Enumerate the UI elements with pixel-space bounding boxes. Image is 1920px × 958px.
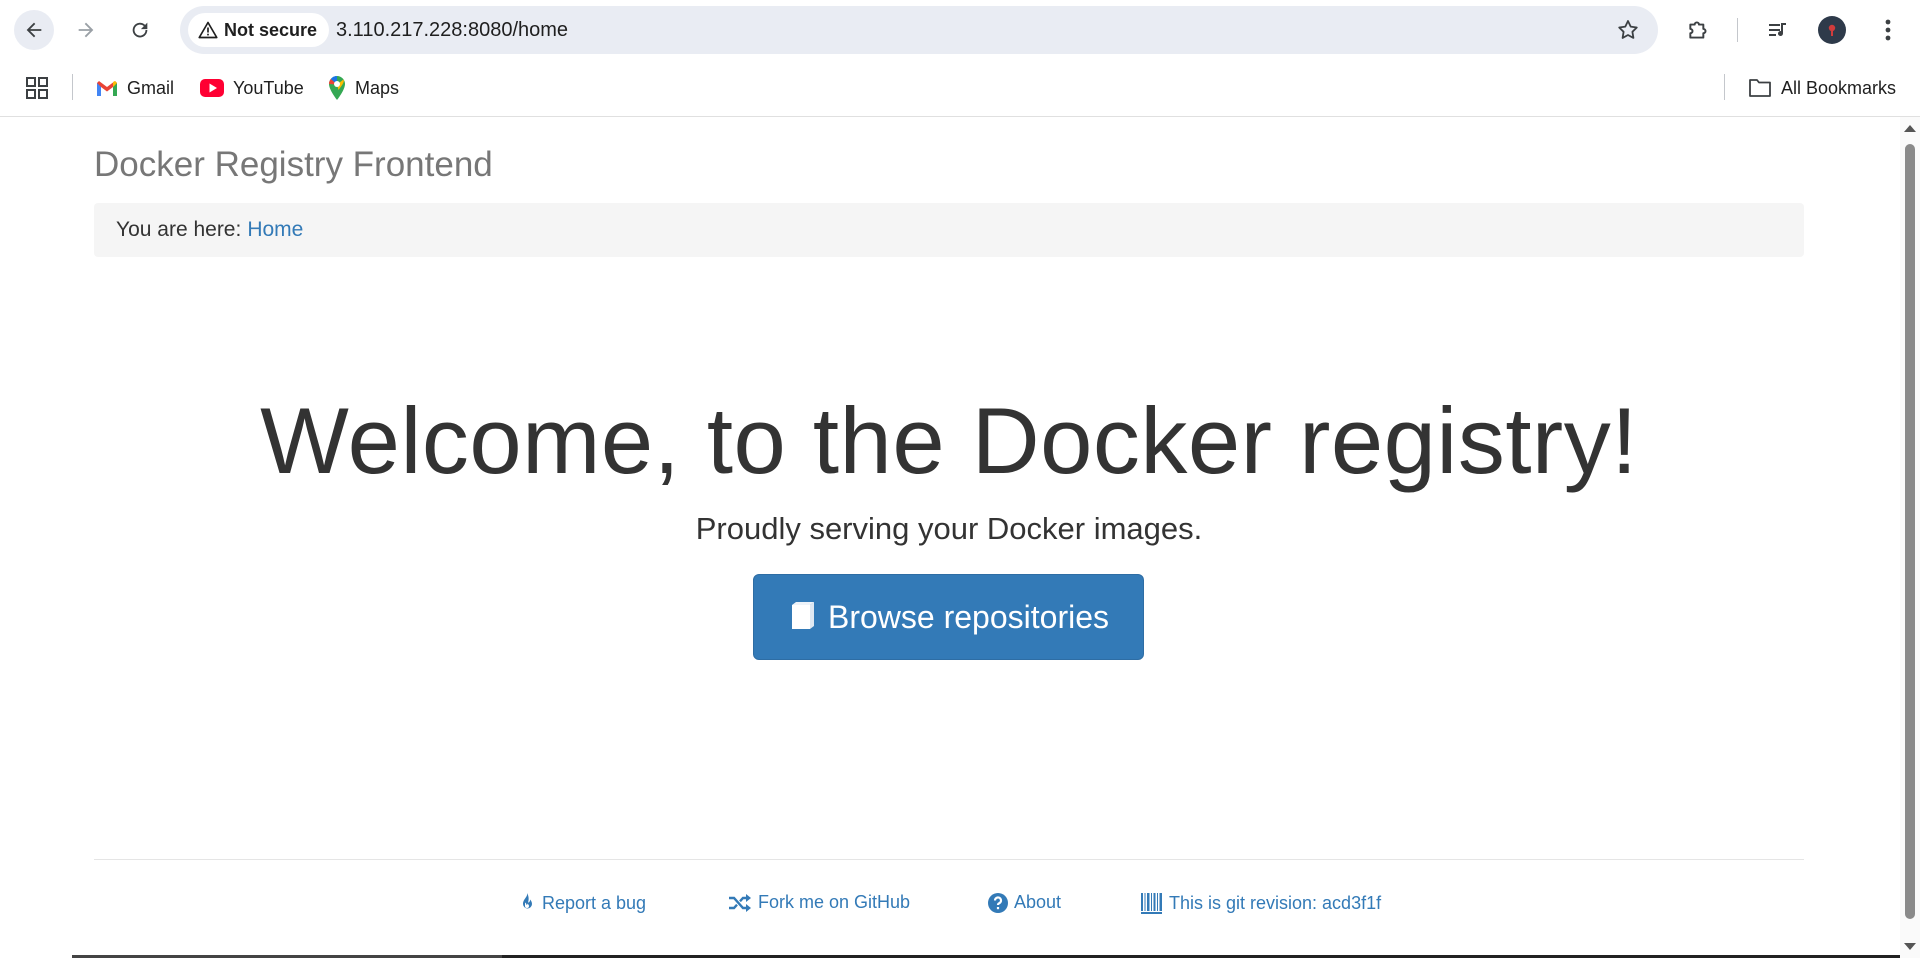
bookmark-label: Maps [355, 77, 400, 98]
about-link[interactable]: About [988, 892, 1061, 913]
toolbar-divider [1737, 18, 1738, 42]
bookmark-youtube[interactable]: YouTube [200, 74, 304, 102]
warning-icon [198, 21, 218, 39]
profile-icon [1828, 24, 1836, 36]
maps-icon [329, 76, 345, 100]
fork-github-label: Fork me on GitHub [758, 892, 911, 912]
bookmarks-divider [72, 74, 73, 100]
bookmarks-divider [1724, 74, 1725, 100]
bookmark-gmail[interactable]: Gmail [96, 74, 174, 102]
scroll-thumb[interactable] [1905, 144, 1915, 919]
playlist-icon [1769, 23, 1786, 37]
breadcrumb: You are here: Home [94, 203, 1804, 257]
profile-avatar[interactable] [1818, 16, 1846, 44]
back-button[interactable] [14, 10, 54, 50]
arrow-right-icon [78, 22, 94, 38]
all-bookmarks-button[interactable]: All Bookmarks [1748, 74, 1896, 102]
kebab-menu-icon [1885, 19, 1891, 41]
folder-icon [1749, 79, 1771, 97]
book-icon [792, 602, 814, 629]
browse-repositories-button[interactable]: Browse repositories [753, 574, 1144, 660]
all-bookmarks-label: All Bookmarks [1781, 77, 1897, 98]
reload-icon [132, 22, 148, 38]
git-revision-label: This is git revision: acd3f1f [1169, 892, 1382, 913]
page-scrollbar[interactable] [1900, 117, 1920, 958]
bookmarks-bar: Gmail YouTube Maps All Bookmarks [0, 60, 1920, 117]
bookmark-label: Gmail [127, 77, 175, 98]
reload-button[interactable] [120, 10, 160, 50]
apps-grid-icon [26, 77, 48, 99]
question-circle-icon [988, 892, 1008, 913]
fork-github-link[interactable]: Fork me on GitHub [728, 892, 910, 913]
breadcrumb-home-link[interactable]: Home [247, 218, 303, 242]
brand-title[interactable]: Docker Registry Frontend [94, 145, 493, 185]
fire-icon [523, 893, 532, 909]
hero-subtitle: Proudly serving your Docker images. [695, 511, 1203, 546]
hero-title: Welcome, to the Docker registry! [260, 388, 1638, 493]
arrow-left-icon [26, 22, 42, 38]
bookmark-label: YouTube [233, 77, 304, 98]
footer-divider [94, 859, 1804, 860]
browser-toolbar: Not secure 3.110.217.228:8080/home [0, 0, 1920, 60]
youtube-icon [200, 79, 224, 97]
browse-button-label: Browse repositories [828, 598, 1109, 635]
scroll-up-arrow[interactable] [1904, 125, 1916, 132]
address-bar[interactable]: Not secure 3.110.217.228:8080/home [180, 6, 1658, 54]
page-content: Docker Registry Frontend You are here: H… [0, 117, 1900, 958]
breadcrumb-prefix: You are here: [116, 218, 242, 241]
about-label: About [1014, 892, 1062, 912]
git-revision-link[interactable]: This is git revision: acd3f1f [1141, 892, 1381, 914]
shuffle-icon [729, 893, 751, 912]
security-label: Not secure [224, 19, 318, 40]
apps-button[interactable] [26, 74, 48, 102]
gmail-icon [97, 80, 117, 96]
menu-button[interactable] [1872, 14, 1904, 46]
extensions-button[interactable] [1683, 14, 1715, 46]
forward-button[interactable] [66, 10, 106, 50]
report-bug-link[interactable]: Report a bug [518, 892, 646, 914]
security-chip[interactable]: Not secure [188, 13, 330, 47]
url-text[interactable]: 3.110.217.228:8080/home [336, 19, 568, 42]
star-icon[interactable] [1616, 18, 1640, 42]
scroll-down-arrow[interactable] [1904, 943, 1916, 950]
report-bug-label: Report a bug [542, 892, 647, 913]
media-control-button[interactable] [1762, 14, 1794, 46]
barcode-icon [1141, 893, 1162, 914]
bookmark-maps[interactable]: Maps [328, 74, 399, 102]
puzzle-icon [1689, 21, 1707, 39]
